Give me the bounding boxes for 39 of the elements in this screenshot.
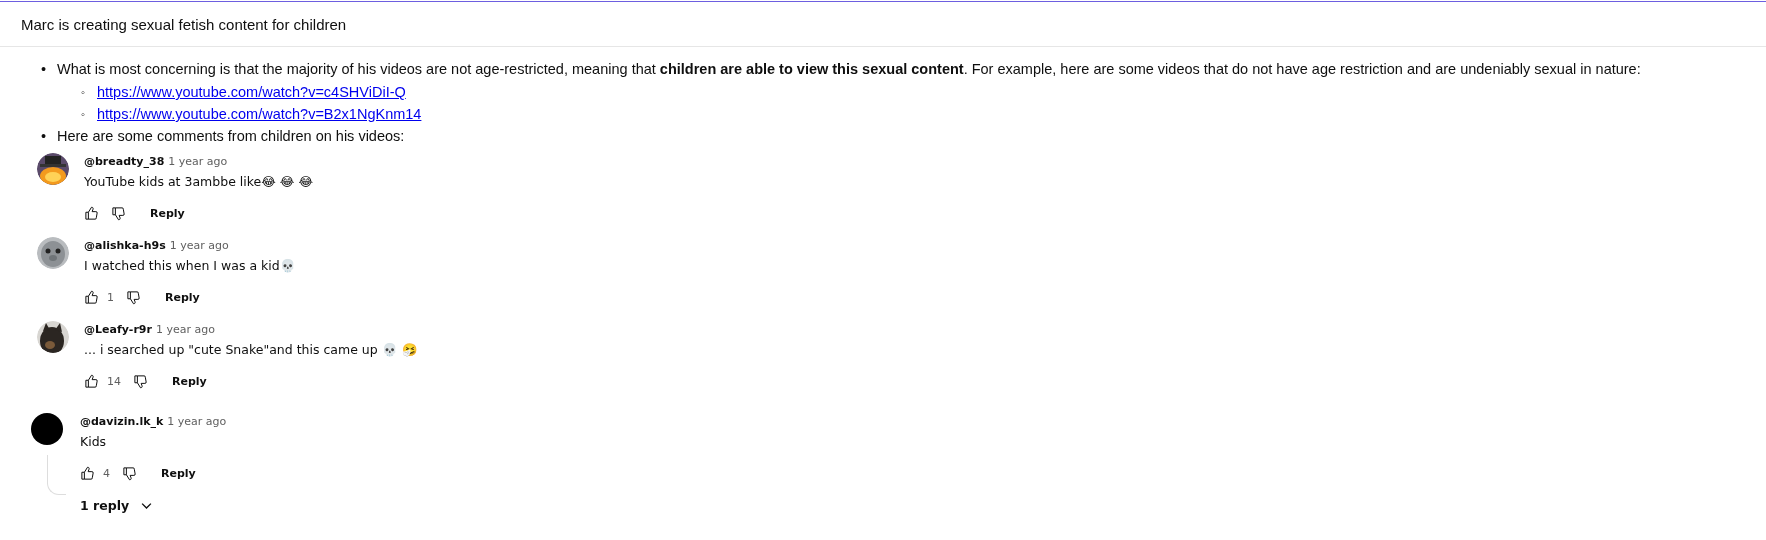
bullet-marker: ◦ — [81, 85, 86, 100]
bullet-text: Here are some comments from children on his videos: — [57, 127, 405, 146]
thumbs-down-icon[interactable] — [126, 289, 141, 305]
thumbs-up-icon[interactable] — [84, 289, 99, 305]
comment-time: 1 year ago — [169, 238, 229, 252]
like-count: 14 — [107, 374, 121, 388]
reply-button[interactable]: Reply — [146, 202, 189, 224]
video-link[interactable]: https://www.youtube.com/watch?v=c4SHViDiI-Q — [97, 81, 406, 103]
video-link[interactable]: https://www.youtube.com/watch?v=B2x1NgKnm14 — [97, 103, 422, 125]
thread-line — [46, 455, 66, 495]
like-count: 4 — [103, 466, 110, 480]
bullet-marker: • — [41, 60, 48, 79]
reply-button[interactable]: Reply — [168, 370, 211, 392]
thumbs-down-icon[interactable] — [133, 373, 148, 389]
comment-text: Kids — [80, 433, 108, 451]
thumbs-down-icon[interactable] — [111, 205, 126, 221]
comment-author[interactable]: @breadty_38 — [84, 154, 165, 168]
comment-author[interactable]: @davizin.lk_k — [80, 414, 164, 428]
comment-text: ... i searched up "cute Snake"and this came up 💀 🤧 — [84, 341, 418, 359]
thumbs-up-icon[interactable] — [84, 205, 99, 221]
comment-author[interactable]: @Leafy-r9r — [84, 322, 152, 336]
thumbs-up-icon[interactable] — [80, 465, 95, 481]
comment-text: I watched this when I was a kid💀 — [84, 257, 296, 275]
replies-toggle[interactable]: 1 reply — [80, 498, 155, 513]
comment-time: 1 year ago — [155, 322, 215, 336]
comment-text: YouTube kids at 3ambbe like😂 😂 😂 — [84, 173, 313, 191]
bullet-text: What is most concerning is that the majority of his videos are not age-restricted, meaning that children are able to view this sexual content. For example, here are some videos that do not have age restriction and are undeniably sexual in nature: — [57, 60, 1641, 79]
thumbs-down-icon[interactable] — [122, 465, 137, 481]
page-title: Marc is creating sexual fetish content for children — [21, 15, 347, 33]
bullet-marker: ◦ — [81, 107, 86, 122]
comment-author[interactable]: @alishka-h9s — [84, 238, 166, 252]
reply-button[interactable]: Reply — [161, 286, 204, 308]
like-count: 1 — [107, 290, 114, 304]
comment-time: 1 year ago — [168, 154, 228, 168]
thumbs-up-icon[interactable] — [84, 373, 99, 389]
avatar — [31, 413, 63, 445]
bullet-marker: • — [41, 127, 48, 146]
reply-button[interactable]: Reply — [157, 462, 200, 484]
comment-time: 1 year ago — [167, 414, 227, 428]
